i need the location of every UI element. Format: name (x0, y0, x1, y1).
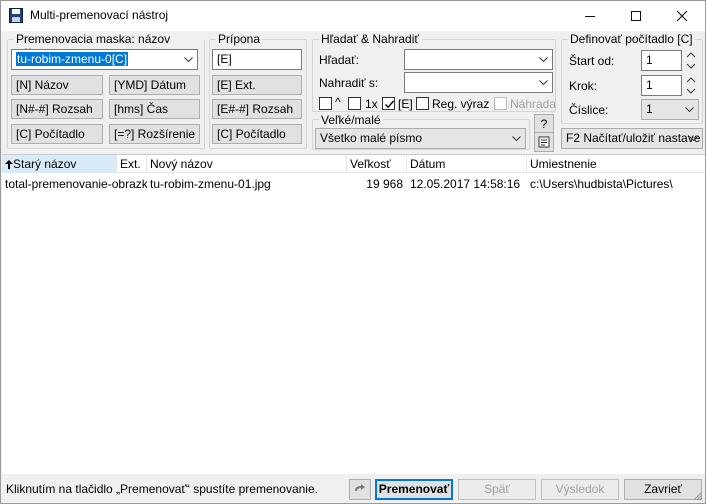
maximize-icon (631, 11, 641, 21)
once-checkbox[interactable] (348, 97, 361, 110)
file-list-header: Starý názov Ext. Nový názov Veľkosť Dátu… (2, 155, 705, 173)
mask-range-button[interactable]: [N#-#] Rozsah (11, 99, 103, 119)
document-list-icon (538, 136, 550, 148)
case-sensitive-checkbox[interactable] (319, 97, 332, 110)
checkmark-icon (385, 100, 395, 109)
table-row[interactable]: total-premenovanie-obrazko... tu-robim-z… (2, 175, 705, 193)
step-label: Krok: (569, 79, 598, 93)
replace-combo[interactable] (404, 72, 553, 93)
column-new-name[interactable]: Nový názov (147, 155, 347, 173)
sort-up-arrow-icon (5, 160, 13, 169)
ext-checkbox[interactable] (382, 97, 395, 110)
floppy-disk-icon (9, 8, 23, 23)
find-label: Hľadať: (319, 53, 360, 67)
digits-value: 1 (646, 102, 653, 116)
title-bar: Multi-premenovací nástroj (1, 1, 705, 31)
mask-extension-button[interactable]: [=?] Rozšírenie (109, 124, 200, 144)
extension-range-button[interactable]: [E#-#] Rozsah (212, 99, 302, 119)
resize-grip-icon[interactable] (693, 491, 703, 501)
start-label: Štart od: (569, 54, 615, 68)
extension-group-title: Prípona (216, 32, 263, 46)
file-list[interactable]: Starý názov Ext. Nový názov Veľkosť Dátu… (2, 154, 705, 474)
refresh-icon (355, 484, 365, 491)
settings-value: F2 Načítať/uložiť nastave (566, 131, 701, 145)
minimize-button[interactable] (567, 1, 613, 31)
list-view-button[interactable] (534, 132, 554, 152)
column-date[interactable]: Dátum (407, 155, 527, 173)
close-icon (676, 10, 688, 22)
column-old-name-label: Starý názov (13, 157, 77, 171)
extension-ext-button[interactable]: [E] Ext. (212, 75, 302, 95)
case-group-title: Veľké/malé (319, 113, 383, 127)
help-button[interactable]: ? (534, 114, 554, 134)
search-group-title: Hľadať & Nahradiť (319, 32, 421, 46)
chevron-down-icon (537, 73, 549, 92)
cell-date: 12.05.2017 14:58:16 (410, 177, 521, 191)
find-combo[interactable] (404, 49, 553, 70)
cell-new-name: tu-robim-zmenu-01.jpg (150, 177, 271, 191)
chevron-down-icon (687, 129, 699, 148)
replace-label: Nahradiť s: (319, 76, 379, 90)
close-button[interactable]: Zavrieť (624, 479, 702, 500)
settings-combo[interactable]: F2 Načítať/uložiť nastave (561, 128, 703, 149)
column-old-name[interactable]: Starý názov (2, 155, 117, 173)
maximize-button[interactable] (613, 1, 659, 31)
mask-combo[interactable]: tu-robim-zmenu-0[C] (11, 49, 198, 70)
minimize-icon (585, 15, 595, 17)
regex-label: Reg. výraz (432, 97, 490, 111)
result-button: Výsledok (541, 479, 619, 500)
status-text: Kliknutím na tlačidlo „Premenovať“ spust… (6, 482, 318, 496)
rename-window: Multi-premenovací nástroj Premenovacia m… (0, 0, 706, 504)
mask-value: tu-robim-zmenu-0[C] (16, 52, 129, 66)
chevron-down-icon (537, 50, 549, 69)
undo-button: Späť (458, 479, 536, 500)
chevron-down-icon (182, 50, 194, 69)
regex-checkbox[interactable] (416, 97, 429, 110)
step-input[interactable]: 1 (641, 75, 682, 96)
chevron-down-icon (683, 100, 695, 119)
refresh-button[interactable] (349, 479, 371, 500)
digits-label: Číslice: (569, 103, 609, 117)
mask-name-button[interactable]: [N] Názov (11, 75, 103, 95)
step-spinner-icon[interactable] (685, 75, 697, 96)
mask-counter-button[interactable]: [C] Počítadlo (11, 124, 103, 144)
ext-label: [E] (398, 97, 413, 111)
rename-button[interactable]: Premenovať (375, 479, 453, 500)
chevron-down-icon (510, 129, 522, 148)
close-window-button[interactable] (659, 1, 705, 31)
column-ext[interactable]: Ext. (117, 155, 147, 173)
window-title: Multi-premenovací nástroj (30, 8, 169, 22)
mask-time-button[interactable]: [hms] Čas (109, 99, 200, 119)
replacement-checkbox (494, 97, 507, 110)
case-value: Všetko malé písmo (320, 131, 423, 145)
extension-input[interactable]: [E] (212, 49, 302, 70)
replacement-label: Náhrada (510, 97, 557, 111)
case-combo[interactable]: Všetko malé písmo (315, 128, 526, 149)
digits-combo[interactable]: 1 (641, 99, 699, 120)
extension-counter-button[interactable]: [C] Počítadlo (212, 124, 302, 144)
case-sensitive-label: ^ (335, 95, 341, 109)
mask-date-button[interactable]: [YMD] Dátum (109, 75, 200, 95)
column-size[interactable]: Veľkosť (347, 155, 407, 173)
start-input[interactable]: 1 (641, 50, 682, 71)
once-label: 1x (365, 97, 378, 111)
cell-location: c:\Users\hudbista\Pictures\ (530, 177, 673, 191)
start-spinner-icon[interactable] (685, 50, 697, 71)
cell-size: 19 968 (366, 177, 403, 191)
counter-group-title: Definovať počítadlo [C] (568, 32, 695, 46)
cell-ext (117, 175, 147, 193)
column-location[interactable]: Umiestnenie (527, 155, 705, 173)
